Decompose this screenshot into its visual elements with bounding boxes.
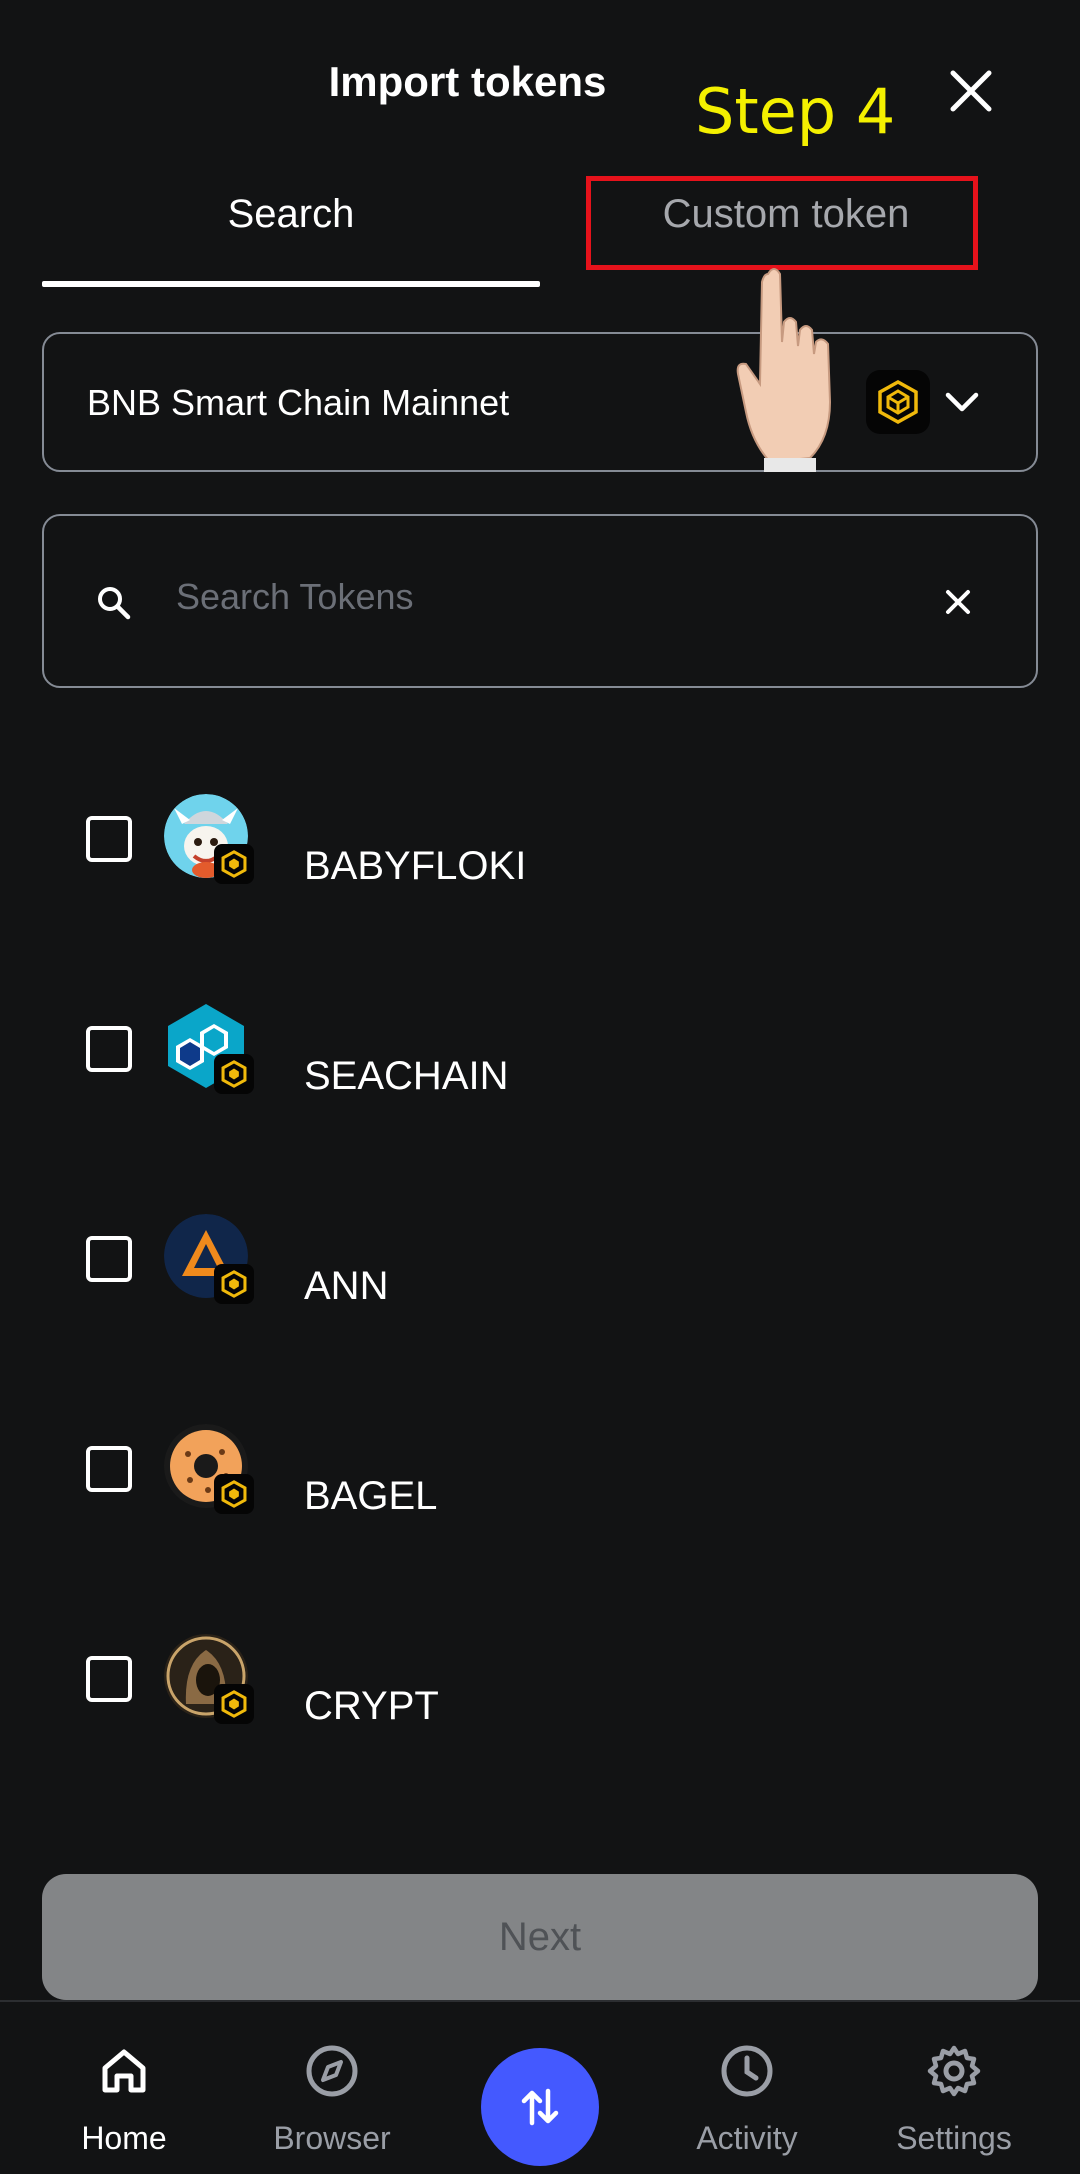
token-checkbox[interactable] xyxy=(86,1236,132,1282)
next-button[interactable]: Next xyxy=(42,1874,1038,2000)
nav-browser-label: Browser xyxy=(273,2120,391,2156)
token-checkbox[interactable] xyxy=(86,1026,132,1072)
token-checkbox[interactable] xyxy=(86,816,132,862)
nav-settings[interactable]: Settings xyxy=(864,2042,1044,2157)
step-annotation: Step 4 xyxy=(695,75,896,148)
token-name: ANN xyxy=(304,1264,389,1308)
nav-home-label: Home xyxy=(81,2120,167,2156)
bnb-badge-icon xyxy=(214,1474,254,1514)
gear-icon xyxy=(927,2045,981,2097)
chevron-down-icon[interactable] xyxy=(942,382,982,422)
nav-activity-label: Activity xyxy=(696,2120,798,2156)
bnb-badge-icon xyxy=(214,1264,254,1304)
bnb-badge-icon xyxy=(214,844,254,884)
token-row-ann[interactable]: ANN xyxy=(42,1214,1038,1364)
token-checkbox[interactable] xyxy=(86,1656,132,1702)
compass-icon xyxy=(306,2045,358,2097)
token-name: BAGEL xyxy=(304,1474,438,1518)
token-row-seachain[interactable]: SEACHAIN xyxy=(42,1004,1038,1154)
nav-browser[interactable]: Browser xyxy=(242,2042,422,2157)
token-row-babyfloki[interactable]: BABYFLOKI xyxy=(42,794,1038,944)
bnb-chain-icon xyxy=(866,370,930,434)
network-select-label: BNB Smart Chain Mainnet xyxy=(87,382,510,423)
token-name: SEACHAIN xyxy=(304,1054,509,1098)
nav-home[interactable]: Home xyxy=(34,2042,214,2157)
bnb-badge-icon xyxy=(214,1054,254,1094)
token-name: BABYFLOKI xyxy=(304,844,527,888)
search-icon xyxy=(98,587,131,620)
clear-search-icon[interactable] xyxy=(940,584,976,620)
token-row-bagel[interactable]: BAGEL xyxy=(42,1424,1038,1574)
pointing-hand-icon xyxy=(736,268,832,472)
search-input[interactable] xyxy=(174,568,918,626)
token-checkbox[interactable] xyxy=(86,1446,132,1492)
home-icon xyxy=(102,2049,146,2093)
swap-icon xyxy=(521,2088,559,2126)
annotation-highlight-box xyxy=(586,176,978,270)
tab-search-indicator xyxy=(42,281,540,287)
token-row-crypt[interactable]: CRYPT xyxy=(42,1634,1038,1784)
tab-search[interactable]: Search xyxy=(42,192,540,237)
clock-icon xyxy=(721,2045,773,2097)
bnb-badge-icon xyxy=(214,1684,254,1724)
token-name: CRYPT xyxy=(304,1684,439,1728)
swap-button[interactable] xyxy=(481,2048,599,2166)
close-icon xyxy=(950,70,992,112)
nav-activity[interactable]: Activity xyxy=(657,2042,837,2157)
close-button[interactable] xyxy=(940,60,1002,122)
nav-settings-label: Settings xyxy=(896,2120,1012,2156)
